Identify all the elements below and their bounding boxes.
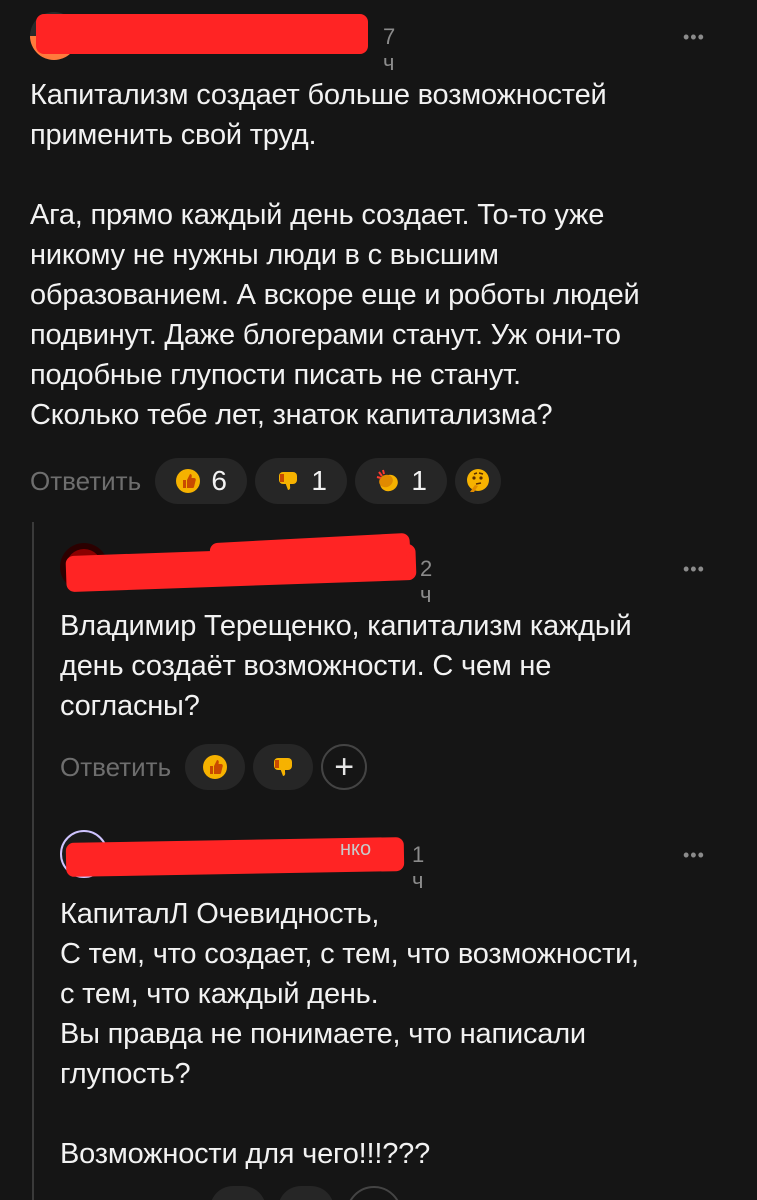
comment-text: КапиталЛ Очевидность, С тем, что создает… bbox=[60, 898, 639, 1170]
reaction-thumbs-up[interactable]: 6 bbox=[155, 458, 248, 504]
comment-name-fragment: нко bbox=[340, 838, 372, 860]
reaction-count: 1 bbox=[311, 465, 327, 496]
more-options-icon[interactable]: ••• bbox=[683, 560, 705, 578]
clapping-hands-icon bbox=[375, 468, 401, 494]
reply-button[interactable]: Ответить bbox=[60, 752, 171, 783]
add-reaction-icon[interactable]: + bbox=[321, 744, 368, 790]
comment-text: Капитализм создает больше возможностей п… bbox=[30, 79, 640, 431]
reaction-thumbs-up[interactable] bbox=[185, 744, 246, 790]
reply-button[interactable]: Ответить bbox=[30, 466, 141, 497]
add-reaction-icon[interactable] bbox=[346, 1186, 402, 1200]
comment-time: 1 ч bbox=[412, 842, 425, 893]
thumbs-down-icon bbox=[270, 754, 296, 780]
reaction-thumbs-down[interactable] bbox=[278, 1186, 334, 1200]
thread-line bbox=[32, 522, 34, 1200]
reaction-clapping[interactable]: 1 bbox=[355, 458, 448, 504]
reaction-thumbs-up[interactable] bbox=[210, 1186, 266, 1200]
reaction-thumbs-down[interactable] bbox=[253, 744, 314, 790]
reaction-count: 6 bbox=[211, 465, 227, 496]
thumbs-up-icon bbox=[202, 754, 228, 780]
redacted-username bbox=[36, 14, 106, 40]
comment-time: 7 ч bbox=[383, 24, 396, 75]
more-options-icon[interactable]: ••• bbox=[683, 28, 705, 46]
reaction-thinking[interactable] bbox=[455, 458, 502, 504]
reaction-count: 1 bbox=[411, 465, 427, 496]
comment-actions: Ответить 6 1 1 bbox=[30, 458, 509, 504]
reaction-thumbs-down[interactable]: 1 bbox=[255, 458, 348, 504]
comment-text: Владимир Терещенко, капитализм каждый де… bbox=[60, 610, 632, 722]
thinking-face-icon bbox=[465, 468, 491, 494]
thumbs-down-icon bbox=[275, 468, 301, 494]
thumbs-up-icon bbox=[175, 468, 201, 494]
comment-time: 2 ч bbox=[420, 556, 433, 607]
more-options-icon[interactable]: ••• bbox=[683, 846, 705, 864]
comment-actions-partial bbox=[210, 1186, 414, 1200]
comment-actions: Ответить + bbox=[60, 744, 368, 790]
